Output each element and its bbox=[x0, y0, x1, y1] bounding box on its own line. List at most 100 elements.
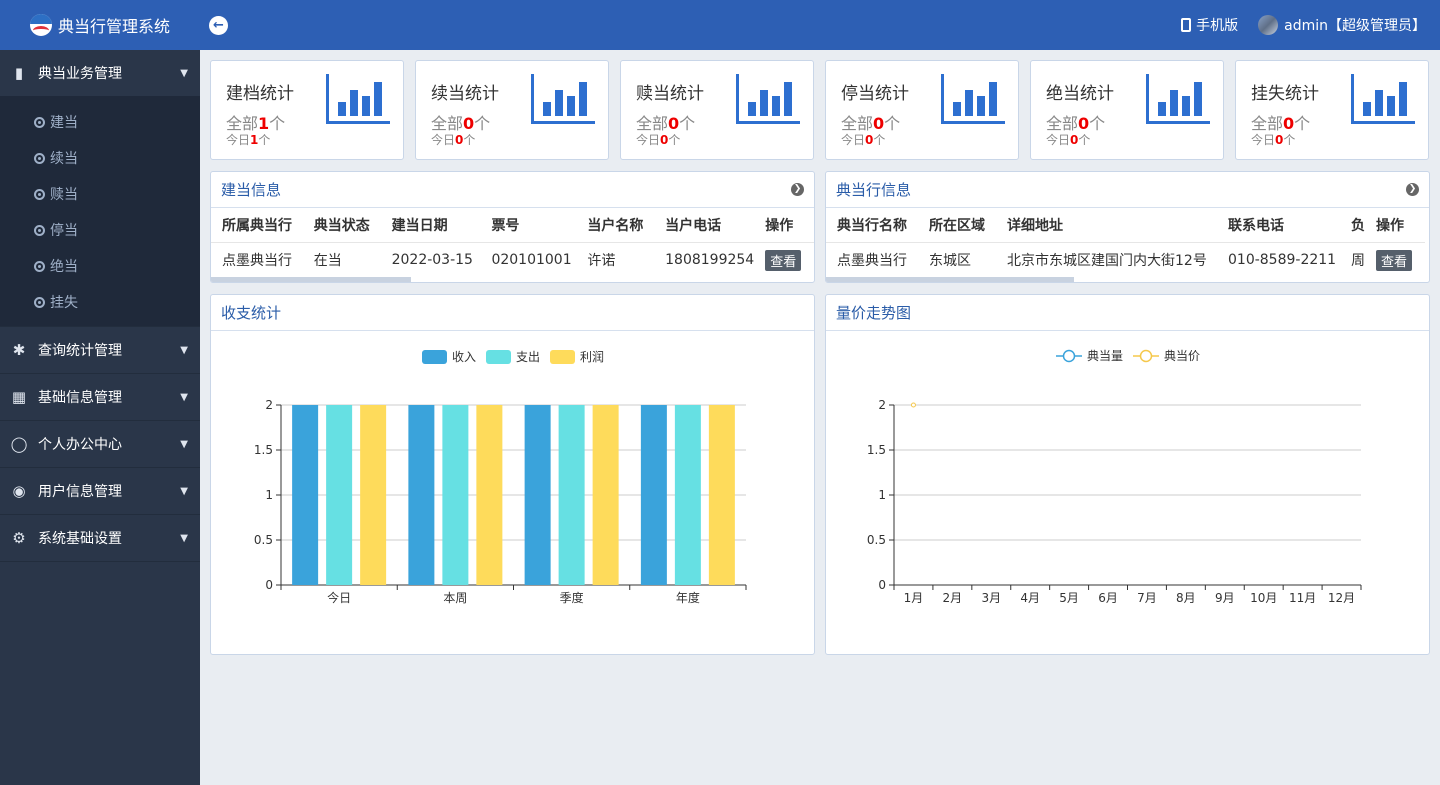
column-header: 负 bbox=[1351, 217, 1365, 234]
bar[interactable] bbox=[640, 405, 667, 585]
y-tick-label: 1.5 bbox=[254, 443, 273, 457]
stat-unit: 个 bbox=[1283, 133, 1296, 147]
column-header: 建当日期 bbox=[391, 217, 448, 234]
bar-chart-icon bbox=[1146, 74, 1210, 124]
chevron-right-icon[interactable]: ❯ bbox=[1406, 183, 1419, 196]
stat-title: 续当统计 bbox=[431, 84, 499, 104]
icon-bar bbox=[965, 90, 973, 116]
menu-label: 个人办公中心 bbox=[38, 437, 122, 453]
menu-system-settings[interactable]: ⚙ 系统基础设置 ▼ bbox=[0, 515, 200, 561]
stat-card[interactable]: 续当统计 全部0个 今日0个 bbox=[415, 60, 609, 160]
sidebar-item-redeem[interactable]: 赎当 bbox=[0, 176, 200, 212]
user-menu[interactable]: admin【超级管理员】 bbox=[1258, 15, 1426, 35]
user-outline-icon: ◯ bbox=[10, 435, 28, 453]
bar[interactable] bbox=[674, 405, 701, 585]
icon-bar bbox=[543, 102, 551, 116]
menu-group-system-settings: ⚙ 系统基础设置 ▼ bbox=[0, 515, 200, 562]
stat-title: 绝当统计 bbox=[1046, 84, 1114, 104]
x-tick-label: 6月 bbox=[1098, 591, 1118, 605]
x-tick-label: 9月 bbox=[1215, 591, 1235, 605]
bar[interactable] bbox=[408, 405, 435, 585]
x-tick-label: 11月 bbox=[1289, 591, 1316, 605]
table-row: 点墨典当行 东城区 北京市东城区建国门内大街12号 010-8589-2211 周查看 bbox=[826, 241, 1425, 278]
icon-bar bbox=[1182, 96, 1190, 116]
circle-dot-icon bbox=[34, 116, 45, 128]
mobile-version-link[interactable]: 手机版 bbox=[1181, 15, 1238, 35]
bar[interactable] bbox=[558, 405, 585, 585]
column-header: 操作 bbox=[765, 217, 794, 234]
sidebar: 典当行管理系统 ▮ 典当业务管理 ▼ 建当 续当 赎当 停当 绝当 挂失 ✱ 查… bbox=[0, 0, 200, 785]
menu-pawn-business[interactable]: ▮ 典当业务管理 ▼ bbox=[0, 50, 200, 96]
view-button[interactable]: 查看 bbox=[1376, 249, 1413, 271]
caret-down-icon: ▼ bbox=[180, 532, 188, 544]
horizontal-scrollbar[interactable] bbox=[211, 277, 411, 282]
menu-user-info[interactable]: ◉ 用户信息管理 ▼ bbox=[0, 468, 200, 514]
menu-query-stats[interactable]: ✱ 查询统计管理 ▼ bbox=[0, 327, 200, 373]
column-header: 所在区域 bbox=[929, 217, 985, 234]
circle-dot-icon bbox=[34, 188, 45, 200]
submenu-pawn-business: 建当 续当 赎当 停当 绝当 挂失 bbox=[0, 96, 200, 326]
bar[interactable] bbox=[476, 405, 503, 585]
back-arrow-icon[interactable]: ← bbox=[209, 16, 228, 35]
column-header: 典当行名称 bbox=[837, 217, 907, 234]
icon-bar bbox=[374, 82, 382, 116]
stat-today-prefix: 今日 bbox=[841, 133, 866, 147]
x-tick-label: 年度 bbox=[676, 590, 700, 605]
y-tick-label: 0 bbox=[265, 578, 273, 592]
sidebar-item-forfeit[interactable]: 绝当 bbox=[0, 248, 200, 284]
y-tick-label: 0 bbox=[878, 578, 886, 592]
bar[interactable] bbox=[292, 405, 319, 585]
table-cell: 点墨典当行 bbox=[211, 241, 303, 278]
app-logo[interactable]: 典当行管理系统 bbox=[0, 0, 200, 50]
y-tick-label: 1 bbox=[878, 488, 886, 502]
horizontal-scrollbar[interactable] bbox=[826, 277, 1074, 282]
stat-unit: 个 bbox=[463, 133, 476, 147]
bar[interactable] bbox=[360, 405, 387, 585]
circle-dot-icon bbox=[34, 224, 45, 236]
sidebar-item-label: 停当 bbox=[50, 223, 78, 239]
stat-card[interactable]: 赎当统计 全部0个 今日0个 bbox=[620, 60, 814, 160]
view-button[interactable]: 查看 bbox=[765, 249, 802, 271]
stat-unit: 个 bbox=[1089, 114, 1106, 133]
book-icon: ▮ bbox=[14, 64, 24, 82]
x-tick-label: 季度 bbox=[560, 590, 584, 605]
sidebar-item-label: 续当 bbox=[50, 151, 78, 167]
bar[interactable] bbox=[592, 405, 619, 585]
bar[interactable] bbox=[708, 405, 735, 585]
table-row: 点墨典当行 在当 2022-03-15 020101001 许诺 1808199254 查看 bbox=[211, 241, 814, 278]
data-point[interactable] bbox=[910, 402, 916, 408]
x-tick-label: 今日 bbox=[327, 590, 351, 605]
bar[interactable] bbox=[326, 405, 353, 585]
menu-base-info[interactable]: ▦ 基础信息管理 ▼ bbox=[0, 374, 200, 420]
app-title: 典当行管理系统 bbox=[57, 17, 170, 36]
stat-today: 今日0个 bbox=[841, 131, 885, 148]
sidebar-item-lost[interactable]: 挂失 bbox=[0, 284, 200, 320]
panel-title: 收支统计 bbox=[221, 304, 282, 322]
y-tick-label: 0.5 bbox=[867, 533, 886, 547]
stat-card[interactable]: 挂失统计 全部0个 今日0个 bbox=[1235, 60, 1429, 160]
table-cell: 东城区 bbox=[918, 241, 996, 278]
sidebar-item-suspend[interactable]: 停当 bbox=[0, 212, 200, 248]
sidebar-item-renew[interactable]: 续当 bbox=[0, 140, 200, 176]
panel-header: 收支统计 bbox=[211, 295, 814, 331]
bar[interactable] bbox=[524, 405, 551, 585]
stat-unit: 个 bbox=[873, 133, 886, 147]
table-cell: 查看 bbox=[754, 241, 814, 278]
chevron-right-icon[interactable]: ❯ bbox=[791, 183, 804, 196]
bar[interactable] bbox=[442, 405, 469, 585]
icon-bar bbox=[1399, 82, 1407, 116]
sidebar-item-create[interactable]: 建当 bbox=[0, 104, 200, 140]
asterisk-icon: ✱ bbox=[12, 341, 26, 359]
x-tick-label: 本周 bbox=[443, 591, 467, 605]
icon-bar bbox=[555, 90, 563, 116]
stat-card[interactable]: 绝当统计 全部0个 今日0个 bbox=[1030, 60, 1224, 160]
sidebar-item-label: 建当 bbox=[50, 115, 78, 131]
stat-card[interactable]: 建档统计 全部1个 今日1个 bbox=[210, 60, 404, 160]
icon-bar bbox=[977, 96, 985, 116]
income-chart-panel: 收支统计 收入 支出 利润 0 0.5 1 1.5 2 今日 本周 季度 年度 bbox=[210, 294, 815, 655]
sidebar-item-label: 挂失 bbox=[50, 295, 78, 311]
stat-card[interactable]: 停当统计 全部0个 今日0个 bbox=[825, 60, 1019, 160]
x-tick-label: 10月 bbox=[1250, 591, 1277, 605]
menu-personal-office[interactable]: ◯ 个人办公中心 ▼ bbox=[0, 421, 200, 467]
icon-bar bbox=[338, 102, 346, 116]
